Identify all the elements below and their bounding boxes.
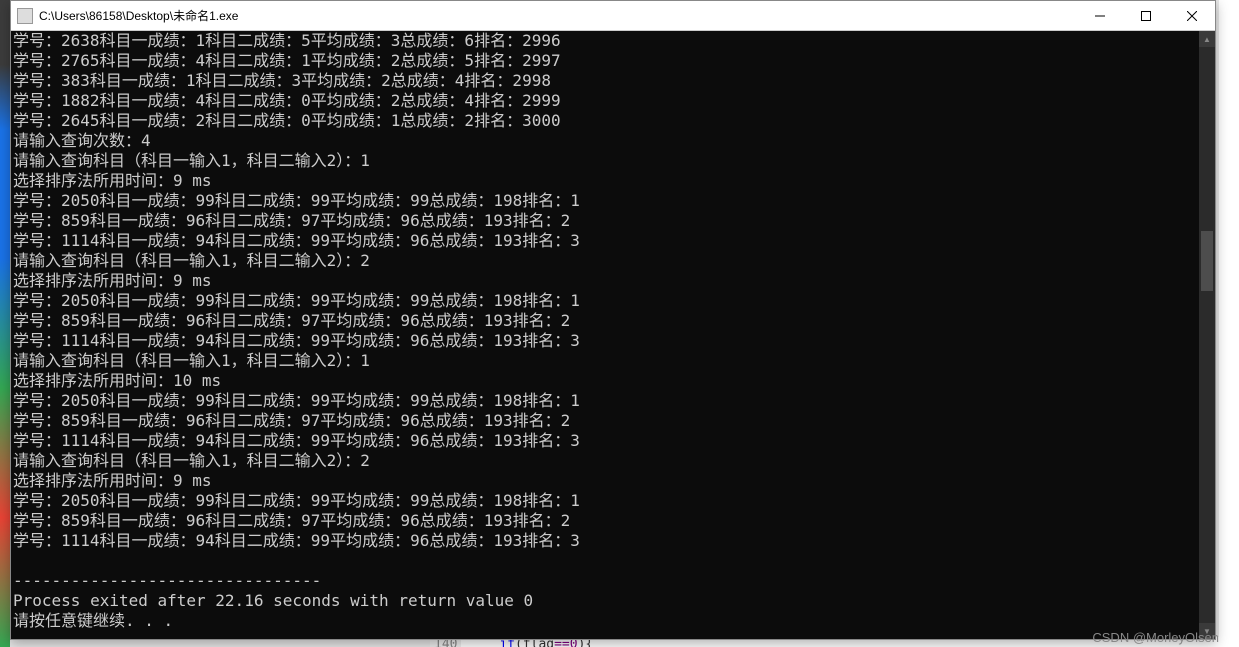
console-line: 请按任意键继续. . . xyxy=(13,611,1197,631)
watermark-text: CSDN @MorleyOlsen xyxy=(1092,630,1219,645)
console-line: 学号：2050科目一成绩：99科目二成绩：99平均成绩：99总成绩：198排名：… xyxy=(13,291,1197,311)
console-line: 选择排序法所用时间：9 ms xyxy=(13,171,1197,191)
console-line: 选择排序法所用时间：10 ms xyxy=(13,371,1197,391)
console-line: 学号：859科目一成绩：96科目二成绩：97平均成绩：96总成绩：193排名：2 xyxy=(13,311,1197,331)
close-button[interactable] xyxy=(1169,1,1215,31)
console-body: 学号：2638科目一成绩：1科目二成绩：5平均成绩：3总成绩：6排名：2996学… xyxy=(11,31,1215,639)
console-line: 学号：1114科目一成绩：94科目二成绩：99平均成绩：96总成绩：193排名：… xyxy=(13,231,1197,251)
console-line: 学号：2050科目一成绩：99科目二成绩：99平均成绩：99总成绩：198排名：… xyxy=(13,391,1197,411)
console-line: 选择排序法所用时间：9 ms xyxy=(13,271,1197,291)
minimize-button[interactable] xyxy=(1077,1,1123,31)
console-line: 请输入查询次数：4 xyxy=(13,131,1197,151)
console-line: 请输入查询科目（科目一输入1，科目二输入2）：1 xyxy=(13,351,1197,371)
console-line: 选择排序法所用时间：9 ms xyxy=(13,471,1197,491)
console-line: 学号：2050科目一成绩：99科目二成绩：99平均成绩：99总成绩：198排名：… xyxy=(13,491,1197,511)
titlebar[interactable]: C:\Users\86158\Desktop\未命名1.exe xyxy=(11,1,1215,31)
console-line: 学号：1114科目一成绩：94科目二成绩：99平均成绩：96总成绩：193排名：… xyxy=(13,531,1197,551)
console-line: 学号：2638科目一成绩：1科目二成绩：5平均成绩：3总成绩：6排名：2996 xyxy=(13,31,1197,51)
console-line: 学号：1882科目一成绩：4科目二成绩：0平均成绩：2总成绩：4排名：2999 xyxy=(13,91,1197,111)
background-left-strip xyxy=(0,0,10,647)
console-line: 学号：859科目一成绩：96科目二成绩：97平均成绩：96总成绩：193排名：2 xyxy=(13,411,1197,431)
app-icon xyxy=(17,8,33,24)
background-right-strip xyxy=(1219,0,1239,647)
console-line: 请输入查询科目（科目一输入1，科目二输入2）：1 xyxy=(13,151,1197,171)
scroll-thumb[interactable] xyxy=(1201,231,1213,291)
maximize-button[interactable] xyxy=(1123,1,1169,31)
scroll-up-button[interactable]: ▲ xyxy=(1199,31,1215,47)
console-output[interactable]: 学号：2638科目一成绩：1科目二成绩：5平均成绩：3总成绩：6排名：2996学… xyxy=(11,31,1199,639)
console-window: C:\Users\86158\Desktop\未命名1.exe 学号：2638科… xyxy=(10,0,1216,640)
console-line: Process exited after 22.16 seconds with … xyxy=(13,591,1197,611)
window-controls xyxy=(1077,1,1215,31)
console-line: 学号：2645科目一成绩：2科目二成绩：0平均成绩：1总成绩：2排名：3000 xyxy=(13,111,1197,131)
close-icon xyxy=(1187,11,1197,21)
console-line: 请输入查询科目（科目一输入1，科目二输入2）：2 xyxy=(13,251,1197,271)
minimize-icon xyxy=(1095,11,1105,21)
console-line xyxy=(13,551,1197,571)
window-title: C:\Users\86158\Desktop\未命名1.exe xyxy=(39,7,1077,24)
console-line: 学号：383科目一成绩：1科目二成绩：3平均成绩：2总成绩：4排名：2998 xyxy=(13,71,1197,91)
console-line: 请输入查询科目（科目一输入1，科目二输入2）：2 xyxy=(13,451,1197,471)
vertical-scrollbar[interactable]: ▲ ▼ xyxy=(1199,31,1215,639)
console-line: 学号：859科目一成绩：96科目二成绩：97平均成绩：96总成绩：193排名：2 xyxy=(13,511,1197,531)
console-line: -------------------------------- xyxy=(13,571,1197,591)
console-line: 学号：2050科目一成绩：99科目二成绩：99平均成绩：99总成绩：198排名：… xyxy=(13,191,1197,211)
console-line: 学号：1114科目一成绩：94科目二成绩：99平均成绩：96总成绩：193排名：… xyxy=(13,431,1197,451)
console-line: 学号：1114科目一成绩：94科目二成绩：99平均成绩：96总成绩：193排名：… xyxy=(13,331,1197,351)
console-line: 学号：859科目一成绩：96科目二成绩：97平均成绩：96总成绩：193排名：2 xyxy=(13,211,1197,231)
maximize-icon xyxy=(1141,11,1151,21)
console-line: 学号：2765科目一成绩：4科目二成绩：1平均成绩：2总成绩：5排名：2997 xyxy=(13,51,1197,71)
